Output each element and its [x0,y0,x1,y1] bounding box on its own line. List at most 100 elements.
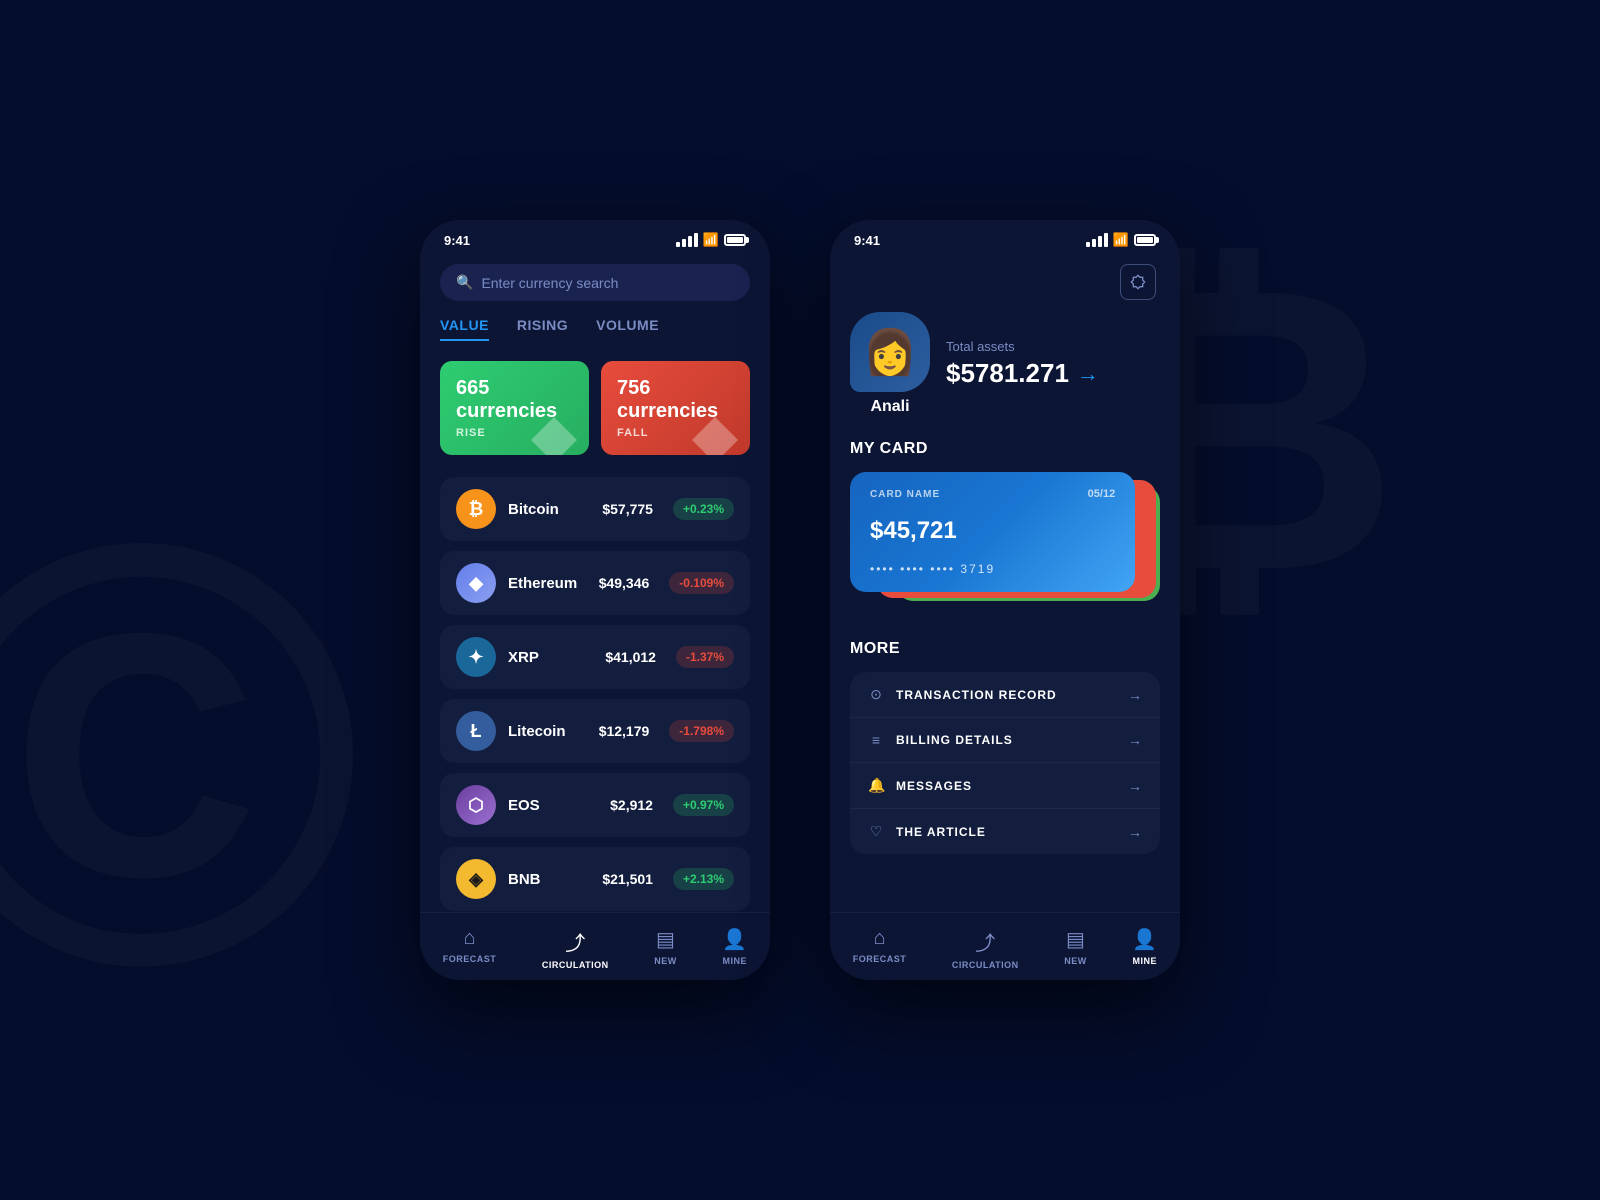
forecast-icon-2: ⌂ [873,927,885,950]
bottom-nav-1: ⌂ FORECAST ⤴ CIRCULATION ▤ NEW 👤 MINE [420,912,770,980]
xrp-price: $41,012 [605,649,656,665]
circulation-icon-1: ⤴ [565,927,585,956]
nav-circulation-label-1: CIRCULATION [542,960,609,970]
total-assets-number: $5781.271 [946,358,1069,389]
nav-mine-2[interactable]: 👤 MINE [1122,927,1167,970]
nav-forecast-label-2: FORECAST [853,954,907,964]
tab-volume[interactable]: VOLUME [596,317,659,341]
bg-symbol-left: © [0,410,362,1100]
eos-price: $2,912 [610,797,653,813]
transaction-icon: ⊙ [868,686,884,703]
total-assets-label: Total assets [946,339,1160,354]
nav-forecast-1[interactable]: ⌂ FORECAST [433,927,507,970]
nav-new-label-2: NEW [1064,956,1087,966]
new-icon-1: ▤ [656,927,675,952]
stat-card-fall: 756 currencies FALL [601,361,750,455]
messages-icon: 🔔 [868,777,884,794]
ltc-change: -1.798% [669,720,734,742]
billing-label: BILLING DETAILS [896,733,1128,747]
transaction-arrow: → [1128,687,1142,703]
crypto-item-xrp[interactable]: ✦ XRP $41,012 -1.37% [440,625,750,689]
battery-icon-2 [1134,234,1156,246]
wifi-icon: 📶 [703,232,719,248]
eth-logo: ◆ [456,563,496,603]
billing-arrow: → [1128,732,1142,748]
forecast-icon-1: ⌂ [463,927,475,950]
avatar-wrap: 👩 Anali [850,312,930,416]
bnb-name: BNB [508,871,590,888]
search-bar[interactable]: 🔍 Enter currency search [440,264,750,301]
settings-button[interactable] [1120,264,1156,300]
battery-icon [724,234,746,246]
stats-row: 665 currencies RISE 756 currencies FALL [440,361,750,455]
messages-arrow: → [1128,778,1142,794]
total-assets: Total assets $5781.271 → [946,339,1160,389]
card-top: CARD NAME 05/12 [870,488,1115,500]
nav-new-2[interactable]: ▤ NEW [1054,927,1097,970]
phone2-content: 👩 Anali Total assets $5781.271 → MY CARD [830,256,1180,912]
more-section: ⊙ TRANSACTION RECORD → ≡ BILLING DETAILS… [850,672,1160,854]
billing-icon: ≡ [868,732,884,748]
search-icon: 🔍 [456,274,473,291]
phones-container: 9:41 📶 🔍 Enter currency search [420,220,1180,980]
xrp-name: XRP [508,649,593,666]
search-placeholder: Enter currency search [481,275,618,291]
more-item-billing[interactable]: ≡ BILLING DETAILS → [850,718,1160,763]
crypto-item-bitcoin[interactable]: ₿ Bitcoin $57,775 +0.23% [440,477,750,541]
profile-header [850,256,1160,312]
nav-circulation-2[interactable]: ⤴ CIRCULATION [942,927,1029,970]
user-section: 👩 Anali Total assets $5781.271 → [850,312,1160,416]
mine-icon-2: 👤 [1132,927,1157,952]
more-item-messages[interactable]: 🔔 MESSAGES → [850,763,1160,809]
nav-new-1[interactable]: ▤ NEW [644,927,687,970]
bnb-price: $21,501 [602,871,653,887]
status-bar-2: 9:41 📶 [830,220,1180,256]
card-number: •••• •••• •••• 3719 [870,562,1115,576]
eth-price: $49,346 [599,575,650,591]
more-item-article[interactable]: ♡ THE ARTICLE → [850,809,1160,854]
ltc-name: Litecoin [508,723,587,740]
article-label: THE ARTICLE [896,825,1128,839]
nav-mine-1[interactable]: 👤 MINE [712,927,757,970]
tab-rising[interactable]: RISING [517,317,568,341]
eth-name: Ethereum [508,575,587,592]
more-item-transaction[interactable]: ⊙ TRANSACTION RECORD → [850,672,1160,718]
wifi-icon-2: 📶 [1113,232,1129,248]
total-assets-value: $5781.271 → [946,358,1160,389]
article-arrow: → [1128,824,1142,840]
fall-diamond-icon [690,415,740,455]
main-card[interactable]: CARD NAME 05/12 $45,721 •••• •••• •••• 3… [850,472,1135,592]
eth-change: -0.109% [669,572,734,594]
transaction-label: TRANSACTION RECORD [896,688,1128,702]
ltc-logo: Ł [456,711,496,751]
more-title: MORE [850,640,1160,658]
tab-value[interactable]: VALUE [440,317,489,341]
nav-circulation-1[interactable]: ⤴ CIRCULATION [532,927,619,970]
eos-change: +0.97% [673,794,734,816]
card-expiry: 05/12 [1088,488,1116,500]
crypto-item-bnb[interactable]: ◈ BNB $21,501 +2.13% [440,847,750,911]
circulation-icon-2: ⤴ [975,927,995,956]
bnb-change: +2.13% [673,868,734,890]
nav-forecast-2[interactable]: ⌂ FORECAST [843,927,917,970]
btc-change: +0.23% [673,498,734,520]
status-bar-1: 9:41 📶 [420,220,770,256]
btc-name: Bitcoin [508,501,590,518]
status-icons-2: 📶 [1086,232,1156,248]
total-assets-arrow[interactable]: → [1077,361,1099,387]
eos-logo: ⬡ [456,785,496,825]
time-1: 9:41 [444,233,470,248]
crypto-item-ethereum[interactable]: ◆ Ethereum $49,346 -0.109% [440,551,750,615]
phone1-content: 🔍 Enter currency search VALUE RISING VOL… [420,256,770,912]
btc-logo: ₿ [456,489,496,529]
signal-icon [676,233,698,247]
nav-new-label-1: NEW [654,956,677,966]
my-card-title: MY CARD [850,440,1160,458]
bnb-logo: ◈ [456,859,496,899]
user-name: Anali [850,398,930,416]
crypto-item-eos[interactable]: ⬡ EOS $2,912 +0.97% [440,773,750,837]
new-icon-2: ▤ [1066,927,1085,952]
crypto-item-litecoin[interactable]: Ł Litecoin $12,179 -1.798% [440,699,750,763]
xrp-logo: ✦ [456,637,496,677]
xrp-change: -1.37% [676,646,734,668]
